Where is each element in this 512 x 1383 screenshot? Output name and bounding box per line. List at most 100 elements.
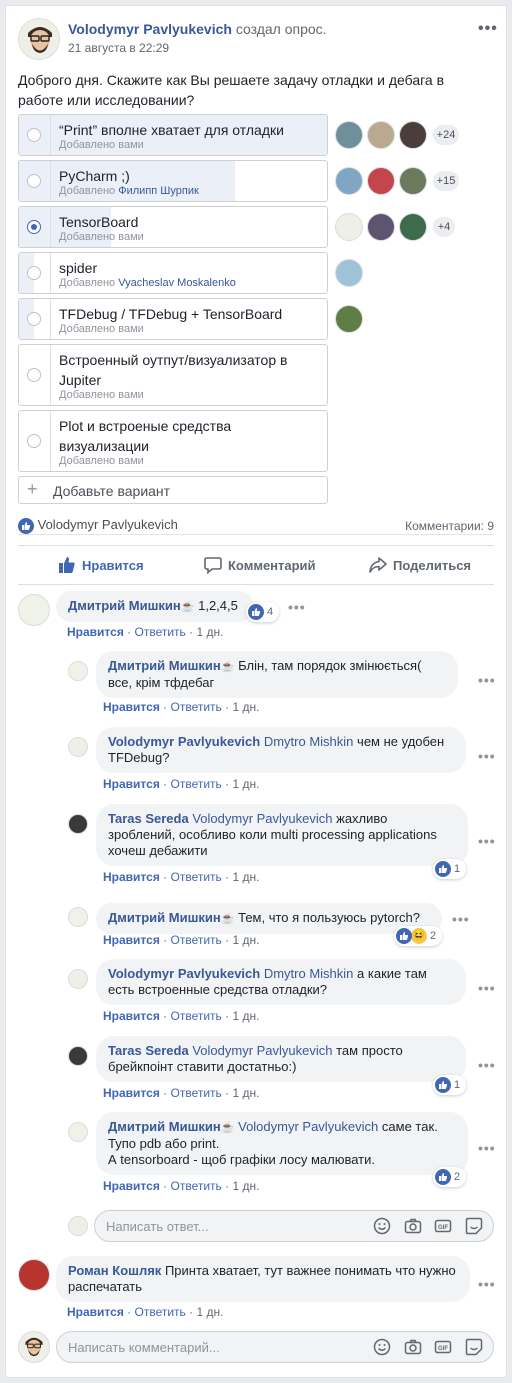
poll-option[interactable]: PyCharm ;) Добавлено Филипп Шурпик bbox=[18, 160, 328, 202]
comment-options-icon[interactable]: ••• bbox=[478, 1140, 496, 1156]
post-options-icon[interactable]: ••• bbox=[478, 20, 498, 38]
commenter-name[interactable]: Taras Sereda bbox=[108, 811, 189, 826]
comment-like-link[interactable]: Нравится bbox=[67, 1305, 124, 1319]
radio-icon[interactable] bbox=[27, 434, 41, 448]
tagged-user[interactable]: Dmytro Mishkin bbox=[264, 966, 354, 981]
my-avatar[interactable] bbox=[18, 1331, 50, 1363]
more-voters-count[interactable]: +15 bbox=[433, 171, 459, 191]
gif-icon[interactable]: GIF bbox=[434, 1217, 452, 1235]
comment-reply-link[interactable]: Ответить bbox=[171, 933, 222, 947]
comments-count[interactable]: Комментарии: 9 bbox=[405, 519, 494, 533]
commenter-avatar[interactable] bbox=[18, 594, 50, 626]
poll-option[interactable]: spider Добавлено Vyacheslav Moskalenko bbox=[18, 252, 328, 294]
comment-reactions[interactable]: 1 bbox=[433, 859, 467, 879]
poll-option[interactable]: TFDebug / TFDebug + TensorBoard Добавлен… bbox=[18, 298, 328, 340]
comment-like-link[interactable]: Нравится bbox=[103, 1179, 160, 1193]
comment-reply-link[interactable]: Ответить bbox=[171, 1009, 222, 1023]
emoji-icon[interactable] bbox=[373, 1217, 391, 1235]
comment-input[interactable]: Написать комментарий... GIF bbox=[56, 1331, 494, 1363]
commenter-name[interactable]: Volodymyr Pavlyukevich bbox=[108, 734, 260, 749]
radio-icon[interactable] bbox=[27, 174, 41, 188]
radio-icon[interactable] bbox=[27, 128, 41, 142]
comment-time[interactable]: 1 дн. bbox=[233, 1086, 260, 1100]
comment-time[interactable]: 1 дн. bbox=[233, 1179, 260, 1193]
radio-icon[interactable] bbox=[27, 312, 41, 326]
camera-icon[interactable] bbox=[404, 1338, 422, 1356]
commenter-avatar[interactable] bbox=[18, 1259, 50, 1291]
emoji-icon[interactable] bbox=[373, 1338, 391, 1356]
commenter-name[interactable]: Дмитрий Мишкин bbox=[108, 910, 221, 925]
comment-reactions[interactable]: 😆 2 bbox=[394, 926, 443, 946]
voter-avatar[interactable] bbox=[335, 259, 363, 287]
gif-icon[interactable]: GIF bbox=[434, 1338, 452, 1356]
radio-checked-icon[interactable] bbox=[27, 220, 41, 234]
more-voters-count[interactable]: +4 bbox=[433, 217, 455, 237]
comment-like-link[interactable]: Нравится bbox=[103, 1009, 160, 1023]
voter-avatar[interactable] bbox=[399, 167, 427, 195]
voter-avatar[interactable] bbox=[367, 213, 395, 241]
tagged-user[interactable]: Volodymyr Pavlyukevich bbox=[192, 1043, 332, 1058]
comment-options-icon[interactable]: ••• bbox=[478, 672, 496, 688]
comment-time[interactable]: 1 дн. bbox=[197, 1305, 224, 1319]
comment-time[interactable]: 1 дн. bbox=[233, 933, 260, 947]
more-voters-count[interactable]: +24 bbox=[433, 125, 459, 145]
commenter-name[interactable]: Taras Sereda bbox=[108, 1043, 189, 1058]
reply-input[interactable]: Написать ответ... GIF bbox=[94, 1210, 494, 1242]
comment-reply-link[interactable]: Ответить bbox=[171, 870, 222, 884]
comment-time[interactable]: 1 дн. bbox=[233, 1009, 260, 1023]
comment-options-icon[interactable]: ••• bbox=[288, 599, 306, 615]
commenter-name[interactable]: Дмитрий Мишкин bbox=[108, 1119, 221, 1134]
comment-like-link[interactable]: Нравится bbox=[67, 625, 124, 639]
comment-reply-link[interactable]: Ответить bbox=[171, 777, 222, 791]
comment-time[interactable]: 1 дн. bbox=[233, 700, 260, 714]
comment-time[interactable]: 1 дн. bbox=[197, 625, 224, 639]
comment-like-link[interactable]: Нравится bbox=[103, 933, 160, 947]
commenter-avatar[interactable] bbox=[68, 737, 88, 757]
commenter-avatar[interactable] bbox=[68, 661, 88, 681]
voter-avatar[interactable] bbox=[399, 213, 427, 241]
liker-name[interactable]: Volodymyr Pavlyukevich bbox=[38, 517, 178, 532]
comment-reactions[interactable]: 1 bbox=[433, 1075, 467, 1095]
comment-reactions[interactable]: 4 bbox=[246, 602, 280, 622]
tagged-user[interactable]: Volodymyr Pavlyukevich bbox=[238, 1119, 378, 1134]
comment-options-icon[interactable]: ••• bbox=[478, 980, 496, 996]
author-avatar[interactable] bbox=[18, 18, 60, 60]
likers[interactable]: Volodymyr Pavlyukevich bbox=[18, 517, 178, 534]
author-name[interactable]: Volodymyr Pavlyukevich bbox=[68, 21, 232, 37]
voter-avatar[interactable] bbox=[335, 213, 363, 241]
commenter-avatar[interactable] bbox=[68, 907, 88, 927]
sticker-icon[interactable] bbox=[465, 1338, 483, 1356]
poll-option[interactable]: Plot и встроеные средства визуализации Д… bbox=[18, 410, 328, 472]
commenter-avatar[interactable] bbox=[68, 814, 88, 834]
voter-avatar[interactable] bbox=[335, 305, 363, 333]
comment-reply-link[interactable]: Ответить bbox=[171, 1179, 222, 1193]
voter-avatar[interactable] bbox=[335, 121, 363, 149]
camera-icon[interactable] bbox=[404, 1217, 422, 1235]
comment-reply-link[interactable]: Ответить bbox=[135, 1305, 186, 1319]
poll-option[interactable]: “Print” вполне хватает для отладки Добав… bbox=[18, 114, 328, 156]
comment-options-icon[interactable]: ••• bbox=[452, 911, 470, 927]
comment-reply-link[interactable]: Ответить bbox=[171, 1086, 222, 1100]
post-timestamp[interactable]: 21 августа в 22:29 bbox=[68, 41, 169, 55]
comment-options-icon[interactable]: ••• bbox=[478, 1276, 496, 1292]
comment-options-icon[interactable]: ••• bbox=[478, 1057, 496, 1073]
commenter-avatar[interactable] bbox=[68, 969, 88, 989]
comment-reply-link[interactable]: Ответить bbox=[135, 625, 186, 639]
comment-options-icon[interactable]: ••• bbox=[478, 748, 496, 764]
add-option-input[interactable]: + Добавьте вариант bbox=[18, 476, 328, 504]
comment-like-link[interactable]: Нравится bbox=[103, 700, 160, 714]
commenter-name[interactable]: Дмитрий Мишкин bbox=[68, 598, 181, 613]
radio-icon[interactable] bbox=[27, 266, 41, 280]
my-avatar[interactable] bbox=[68, 1216, 88, 1236]
commenter-name[interactable]: Дмитрий Мишкин bbox=[108, 658, 221, 673]
voter-avatar[interactable] bbox=[335, 167, 363, 195]
comment-like-link[interactable]: Нравится bbox=[103, 1086, 160, 1100]
comment-time[interactable]: 1 дн. bbox=[233, 777, 260, 791]
comment-button[interactable]: Комментарий bbox=[204, 556, 316, 576]
comment-time[interactable]: 1 дн. bbox=[233, 870, 260, 884]
voter-avatar[interactable] bbox=[399, 121, 427, 149]
voter-avatar[interactable] bbox=[367, 167, 395, 195]
radio-icon[interactable] bbox=[27, 368, 41, 382]
comment-options-icon[interactable]: ••• bbox=[478, 833, 496, 849]
poll-option[interactable]: Встроенный оутпут/визуализатор в Jupiter… bbox=[18, 344, 328, 406]
